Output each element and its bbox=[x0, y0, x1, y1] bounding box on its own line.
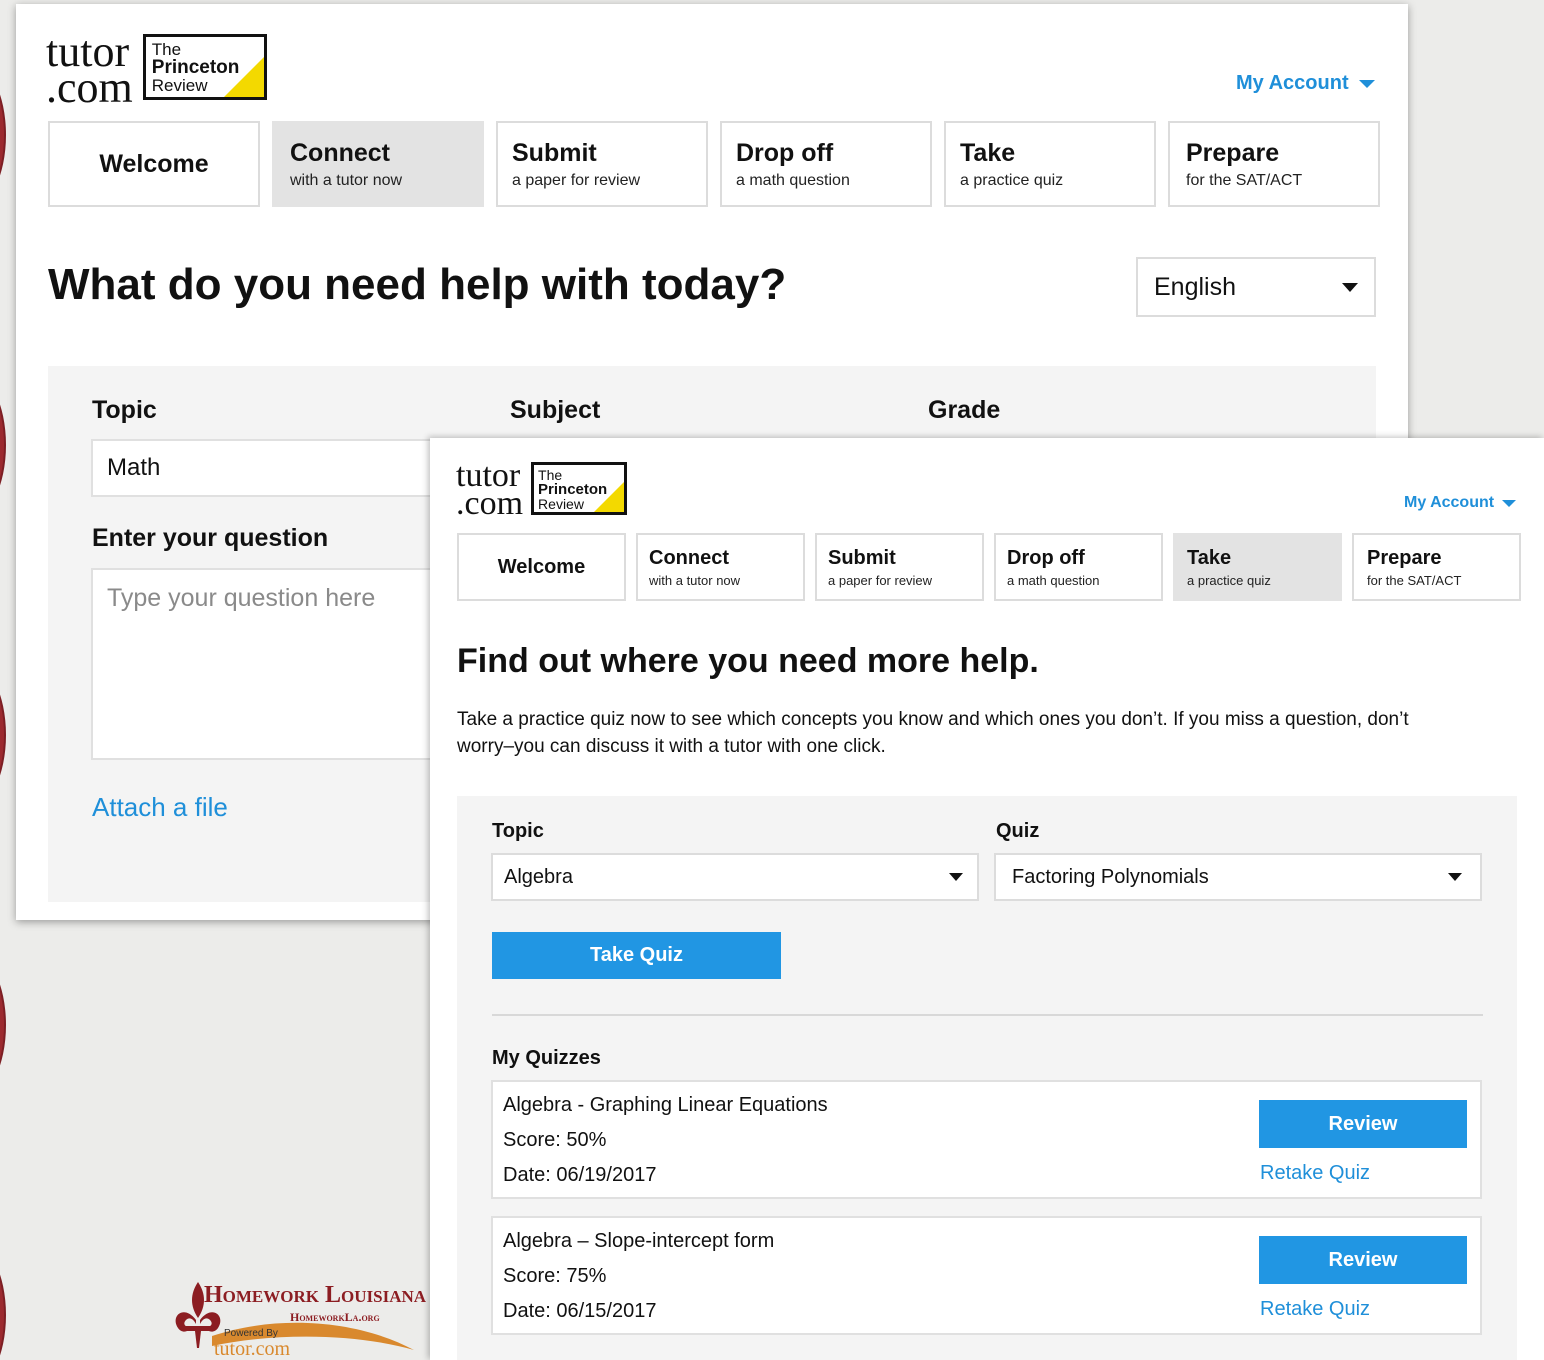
tab-title: Welcome bbox=[99, 149, 209, 178]
tab-title: Submit bbox=[828, 546, 896, 569]
retake-quiz-link[interactable]: Retake Quiz bbox=[1260, 1162, 1370, 1185]
topic-value: Math bbox=[107, 454, 161, 481]
quiz-card: Algebra – Slope-intercept form Score: 75… bbox=[491, 1216, 1482, 1335]
language-value: English bbox=[1154, 272, 1236, 301]
homework-louisiana-logo: Homework Louisiana HomeworkLa.org Powere… bbox=[168, 1276, 430, 1360]
tab-prepare[interactable]: Prepare for the SAT/ACT bbox=[1168, 121, 1380, 207]
chevron-down-icon bbox=[949, 873, 963, 881]
tab-subtitle: a math question bbox=[1007, 572, 1100, 588]
tab-title: Drop off bbox=[736, 138, 834, 167]
tab-connect[interactable]: Connect with a tutor now bbox=[636, 533, 805, 601]
tutor-com-brand: tutor.com bbox=[214, 1338, 291, 1360]
page-title: Find out where you need more help. bbox=[457, 642, 1039, 680]
quiz-score: Score: 50% bbox=[503, 1129, 607, 1151]
tab-title: Connect bbox=[290, 138, 390, 167]
tab-title: Prepare bbox=[1367, 546, 1442, 569]
logo-the: The bbox=[151, 40, 182, 59]
quiz-select[interactable]: Factoring Polynomials bbox=[994, 853, 1482, 901]
tab-submit[interactable]: Submit a paper for review bbox=[496, 121, 708, 207]
grade-label: Grade bbox=[928, 396, 1001, 424]
my-account-menu[interactable]: My Account bbox=[1236, 72, 1375, 95]
tab-subtitle: a practice quiz bbox=[960, 171, 1064, 189]
attach-file-link[interactable]: Attach a file bbox=[92, 792, 228, 823]
tab-take[interactable]: Take a practice quiz bbox=[944, 121, 1156, 207]
tab-submit[interactable]: Submit a paper for review bbox=[815, 533, 984, 601]
tab-take[interactable]: Take a practice quiz bbox=[1173, 533, 1342, 601]
my-account-label: My Account bbox=[1236, 72, 1349, 94]
tab-subtitle: for the SAT/ACT bbox=[1367, 572, 1462, 588]
tab-drop-off[interactable]: Drop off a math question bbox=[994, 533, 1163, 601]
language-select[interactable]: English bbox=[1136, 257, 1376, 317]
page-title: What do you need help with today? bbox=[48, 260, 787, 309]
side-decoration bbox=[0, 370, 6, 520]
review-button[interactable]: Review bbox=[1259, 1236, 1467, 1284]
quiz-name: Algebra – Slope-intercept form bbox=[503, 1230, 775, 1252]
tab-connect[interactable]: Connect with a tutor now bbox=[272, 121, 484, 207]
homework-louisiana-title: Homework Louisiana bbox=[204, 1282, 427, 1308]
quiz-card: Algebra - Graphing Linear Equations Scor… bbox=[491, 1080, 1482, 1199]
chevron-down-icon bbox=[1342, 282, 1358, 292]
take-quiz-button[interactable]: Take Quiz bbox=[492, 932, 781, 979]
topic-value: Algebra bbox=[504, 865, 573, 888]
tab-title: Welcome bbox=[497, 555, 586, 578]
tab-title: Submit bbox=[512, 138, 597, 167]
tab-subtitle: with a tutor now bbox=[649, 572, 741, 588]
topic-label: Topic bbox=[492, 820, 544, 842]
question-label: Enter your question bbox=[92, 524, 329, 552]
quiz-label: Quiz bbox=[996, 820, 1040, 842]
main-nav: Welcome Connect with a tutor now Submit … bbox=[48, 121, 1380, 207]
tab-subtitle: for the SAT/ACT bbox=[1186, 171, 1303, 189]
tab-subtitle: a practice quiz bbox=[1187, 572, 1271, 588]
logo-yellow-triangle bbox=[223, 57, 264, 97]
tab-title: Connect bbox=[649, 546, 729, 569]
quiz-value: Factoring Polynomials bbox=[1012, 865, 1209, 888]
tab-title: Take bbox=[1187, 546, 1232, 569]
chevron-down-icon bbox=[1358, 79, 1375, 88]
side-decoration bbox=[0, 660, 6, 810]
chevron-down-icon bbox=[1502, 499, 1517, 507]
logo-word-com: .com bbox=[46, 63, 133, 113]
topic-select[interactable]: Algebra bbox=[491, 853, 979, 901]
divider bbox=[492, 1014, 1483, 1016]
tab-drop-off[interactable]: Drop off a math question bbox=[720, 121, 932, 207]
logo-yellow-triangle bbox=[594, 482, 625, 512]
intro-line-1: Take a practice quiz now to see which co… bbox=[457, 709, 1409, 730]
chevron-down-icon bbox=[1448, 873, 1462, 881]
tab-title: Take bbox=[960, 138, 1016, 167]
quiz-date: Date: 06/15/2017 bbox=[503, 1300, 657, 1322]
tutor-princeton-logo[interactable]: tutor .com The Princeton Review bbox=[456, 459, 628, 522]
homework-louisiana-url: HomeworkLa.org bbox=[290, 1310, 380, 1324]
quiz-panel: Topic Quiz Algebra Factoring Polynomials… bbox=[457, 796, 1517, 1360]
subject-label: Subject bbox=[510, 396, 601, 424]
quiz-score: Score: 75% bbox=[503, 1265, 607, 1287]
side-decoration bbox=[0, 60, 6, 210]
tab-welcome[interactable]: Welcome bbox=[48, 121, 260, 207]
tab-title: Prepare bbox=[1186, 138, 1280, 167]
tab-subtitle: a paper for review bbox=[828, 572, 933, 588]
main-nav: Welcome Connect with a tutor now Submit … bbox=[457, 533, 1521, 601]
tab-prepare[interactable]: Prepare for the SAT/ACT bbox=[1352, 533, 1521, 601]
tab-subtitle: a math question bbox=[736, 171, 850, 189]
intro-line-2: worry–you can discuss it with a tutor wi… bbox=[457, 736, 886, 757]
logo-word-com: .com bbox=[456, 484, 524, 522]
side-decoration bbox=[0, 1240, 6, 1360]
retake-quiz-link[interactable]: Retake Quiz bbox=[1260, 1298, 1370, 1321]
tab-welcome[interactable]: Welcome bbox=[457, 533, 626, 601]
tab-title: Drop off bbox=[1007, 546, 1085, 569]
quiz-name: Algebra - Graphing Linear Equations bbox=[503, 1094, 828, 1116]
my-account-menu[interactable]: My Account bbox=[1404, 494, 1517, 512]
question-placeholder: Type your question here bbox=[107, 584, 376, 612]
practice-quiz-window: tutor .com The Princeton Review My Accou… bbox=[430, 438, 1544, 1360]
intro-text: Take a practice quiz now to see which co… bbox=[457, 706, 1527, 760]
quiz-date: Date: 06/19/2017 bbox=[503, 1164, 657, 1186]
tab-subtitle: with a tutor now bbox=[290, 171, 403, 189]
my-account-label: My Account bbox=[1404, 494, 1495, 511]
my-quizzes-heading: My Quizzes bbox=[492, 1047, 601, 1069]
side-decoration bbox=[0, 950, 6, 1100]
tutor-princeton-logo[interactable]: tutor .com The Princeton Review bbox=[46, 29, 267, 113]
tab-subtitle: a paper for review bbox=[512, 171, 641, 189]
logo-the: The bbox=[538, 467, 563, 483]
topic-label: Topic bbox=[92, 396, 157, 424]
review-button[interactable]: Review bbox=[1259, 1100, 1467, 1148]
